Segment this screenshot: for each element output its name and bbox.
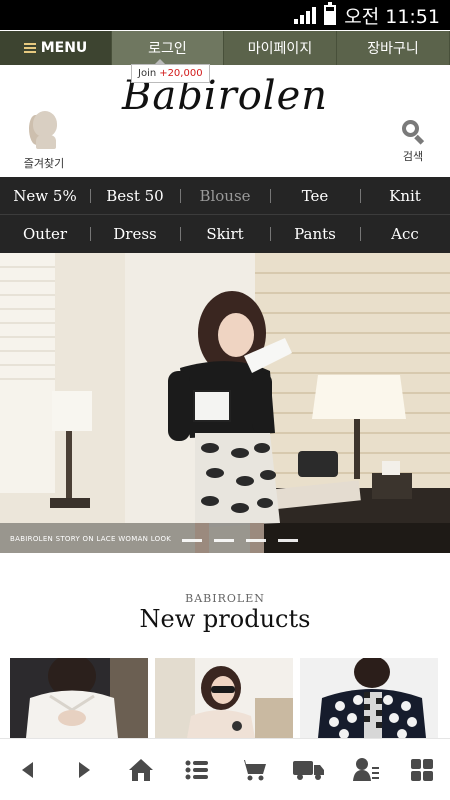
- hero-image: [0, 253, 450, 553]
- bottom-nav: [0, 738, 450, 800]
- carousel-indicators[interactable]: [182, 539, 298, 542]
- carousel-dot[interactable]: [246, 539, 266, 542]
- category-row: New 5% Best 50 Blouse Tee Knit: [0, 177, 450, 215]
- status-indicators: 오전 11:51: [294, 0, 440, 30]
- join-label: Join: [138, 68, 157, 79]
- product-image: [10, 658, 148, 738]
- menu-button[interactable]: MENU: [0, 31, 112, 65]
- home-icon[interactable]: [121, 750, 161, 790]
- user-list-icon[interactable]: [346, 750, 386, 790]
- carousel-dot[interactable]: [214, 539, 234, 542]
- category-row: Outer Dress Skirt Pants Acc: [0, 215, 450, 253]
- category-dress[interactable]: Dress: [90, 215, 180, 253]
- product-list: [10, 658, 438, 738]
- favorites-label: 즐겨찾기: [23, 157, 65, 170]
- hamburger-icon: [23, 43, 36, 53]
- favorites-button[interactable]: 즐겨찾기: [14, 111, 74, 171]
- search-label: 검색: [402, 150, 424, 163]
- menu-label: MENU: [40, 40, 88, 56]
- back-arrow-icon[interactable]: [8, 750, 48, 790]
- search-icon: [402, 120, 425, 145]
- grid-icon[interactable]: [402, 750, 442, 790]
- carousel-dot[interactable]: [182, 539, 202, 542]
- search-button[interactable]: 검색: [396, 120, 430, 164]
- product-card[interactable]: [300, 658, 438, 738]
- product-image: [155, 658, 293, 738]
- delivery-truck-icon[interactable]: [289, 750, 329, 790]
- category-best[interactable]: Best 50: [90, 177, 180, 214]
- hero-banner[interactable]: BABIROLEN STORY ON LACE WOMAN LOOK: [0, 253, 450, 553]
- category-knit[interactable]: Knit: [360, 177, 450, 214]
- mypage-button[interactable]: 마이페이지: [224, 31, 337, 65]
- hero-caption: BABIROLEN STORY ON LACE WOMAN LOOK: [10, 535, 172, 543]
- status-bar: 오전 11:51: [0, 0, 450, 30]
- status-time: 오전 11:51: [344, 5, 440, 28]
- header: Babirolen 즐겨찾기 검색: [0, 65, 450, 177]
- category-pants[interactable]: Pants: [270, 215, 360, 253]
- product-image: [300, 658, 438, 738]
- section-title: New products: [139, 605, 311, 633]
- list-icon[interactable]: [177, 750, 217, 790]
- section-subtitle: BABIROLEN: [185, 592, 265, 605]
- cart-button[interactable]: 장바구니: [337, 31, 450, 65]
- join-tooltip[interactable]: Join +20,000: [131, 59, 210, 83]
- category-new[interactable]: New 5%: [0, 177, 90, 214]
- category-skirt[interactable]: Skirt: [180, 215, 270, 253]
- login-button[interactable]: 로그인: [112, 31, 224, 65]
- forward-arrow-icon[interactable]: [64, 750, 104, 790]
- cart-icon[interactable]: [233, 750, 273, 790]
- battery-icon: [324, 2, 337, 25]
- favorites-icon: [27, 111, 61, 151]
- carousel-dot[interactable]: [278, 539, 298, 542]
- category-blouse[interactable]: Blouse: [180, 177, 270, 214]
- category-tee[interactable]: Tee: [270, 177, 360, 214]
- category-nav: New 5% Best 50 Blouse Tee Knit Outer Dre…: [0, 177, 450, 253]
- product-card[interactable]: [155, 658, 293, 738]
- signal-icon: [294, 6, 317, 24]
- product-card[interactable]: [10, 658, 148, 738]
- top-nav: MENU 로그인 마이페이지 장바구니: [0, 31, 450, 65]
- category-outer[interactable]: Outer: [0, 215, 90, 253]
- join-amount: +20,000: [159, 68, 203, 79]
- category-acc[interactable]: Acc: [360, 215, 450, 253]
